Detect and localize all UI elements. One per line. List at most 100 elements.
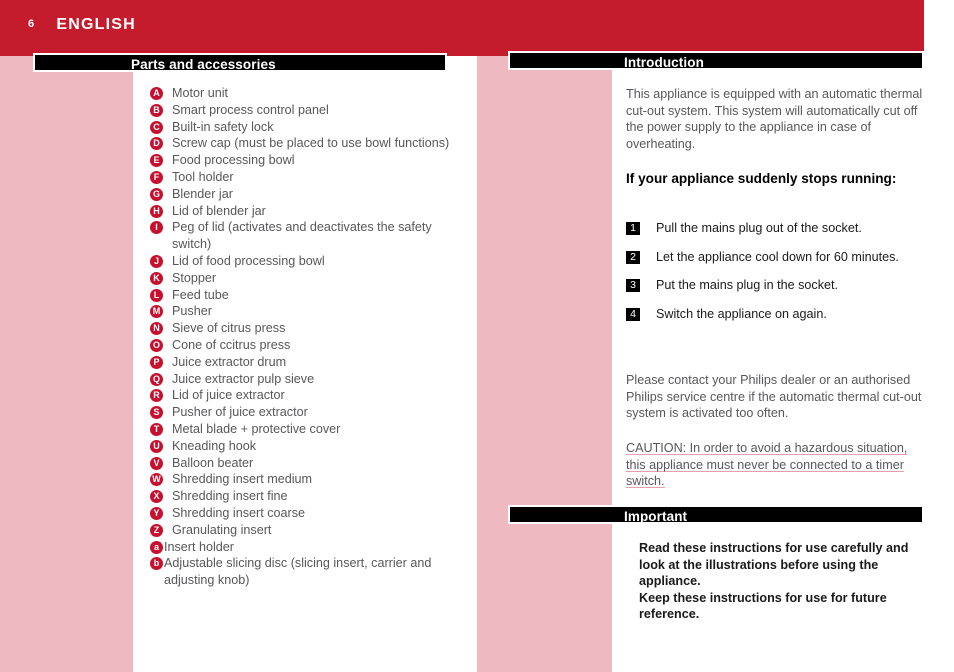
- part-item: Q Juice extractor pulp sieve: [150, 371, 460, 388]
- part-letter-badge: Q: [150, 372, 163, 386]
- caution-text: CAUTION: In order to avoid a hazardous s…: [626, 441, 908, 489]
- troubleshooting-steps-list: 1 Pull the mains plug out of the socket. 2…: [626, 220, 926, 334]
- part-label: Juice extractor drum: [172, 354, 287, 369]
- part-letter-badge: P: [150, 355, 163, 369]
- part-label: Screw cap (must be placed to use bowl fu…: [172, 136, 450, 151]
- part-letter-badge: B: [150, 103, 163, 117]
- part-item: K Stopper: [150, 270, 460, 287]
- language-title: ENGLISH: [56, 16, 136, 33]
- part-item: V Balloon beater: [150, 455, 460, 472]
- part-item: A Motor unit: [150, 85, 460, 102]
- section-header-parts-and-accessories: Parts and accessories: [33, 53, 447, 72]
- part-item: Z Granulating insert: [150, 522, 460, 539]
- part-letter-badge: Y: [150, 506, 163, 520]
- part-item: O Cone of ccitrus press: [150, 337, 460, 354]
- part-label: Food processing bowl: [172, 153, 295, 168]
- part-label: Smart process control panel: [172, 102, 329, 117]
- part-item: N Sieve of citrus press: [150, 320, 460, 337]
- part-item: B Smart process control panel: [150, 102, 460, 119]
- step-item: 4 Switch the appliance on again.: [626, 306, 926, 323]
- part-label: Kneading hook: [172, 438, 257, 453]
- step-text: Put the mains plug in the socket.: [656, 278, 839, 293]
- step-text: Let the appliance cool down for 60 minut…: [656, 249, 899, 264]
- part-item: F Tool holder: [150, 169, 460, 186]
- part-letter-badge: K: [150, 271, 163, 285]
- part-item: I Peg of lid (activates and deactivates t…: [150, 219, 460, 253]
- step-number-badge: 1: [626, 222, 640, 235]
- part-label: Lid of blender jar: [172, 203, 266, 218]
- margin-column-right: [477, 56, 612, 672]
- introduction-subheading: If your appliance suddenly stops running…: [626, 171, 897, 186]
- part-item: a Insert holder: [150, 539, 460, 556]
- part-letter-badge: D: [150, 137, 163, 151]
- section-header-parts-label: Parts and accessories: [131, 57, 276, 72]
- part-item: H Lid of blender jar: [150, 203, 460, 220]
- part-letter-badge: J: [150, 254, 163, 268]
- part-letter-badge: F: [150, 170, 163, 184]
- part-letter-badge: Z: [150, 523, 163, 537]
- part-item: Y Shredding insert coarse: [150, 505, 460, 522]
- part-letter-badge: V: [150, 456, 163, 470]
- part-label: Lid of food processing bowl: [172, 253, 325, 268]
- part-label: Pusher: [172, 304, 212, 319]
- part-label: Adjustable slicing disc (slicing insert,…: [164, 556, 432, 588]
- step-number-badge: 2: [626, 250, 640, 264]
- introduction-paragraph: This appliance is equipped with an autom…: [626, 87, 923, 151]
- part-letter-badge: G: [150, 187, 163, 201]
- step-text: Pull the mains plug out of the socket.: [656, 221, 862, 235]
- part-letter-badge: U: [150, 439, 163, 453]
- part-letter-badge: L: [150, 288, 163, 302]
- part-letter-badge: H: [150, 204, 163, 218]
- part-item: P Juice extractor drum: [150, 354, 460, 371]
- caution-paragraph: CAUTION: In order to avoid a hazardous s…: [626, 440, 928, 490]
- part-item: J Lid of food processing bowl: [150, 253, 460, 270]
- step-item: 1 Pull the mains plug out of the socket.: [626, 220, 926, 237]
- step-text: Switch the appliance on again.: [656, 306, 827, 321]
- part-letter-badge: T: [150, 422, 163, 436]
- parts-list: A Motor unit B Smart process control panel C…: [150, 85, 460, 589]
- part-label: Blender jar: [172, 186, 233, 201]
- part-item: C Built-in safety lock: [150, 119, 460, 136]
- part-label: Lid of juice extractor: [172, 388, 285, 403]
- important-body: Read these instructions for use carefull…: [639, 540, 929, 623]
- part-letter-badge: C: [150, 120, 163, 134]
- important-line: Read these instructions for use carefull…: [639, 541, 909, 589]
- part-label: Built-in safety lock: [172, 119, 274, 134]
- part-item: G Blender jar: [150, 186, 460, 203]
- part-letter-badge: M: [150, 305, 163, 319]
- part-label: Feed tube: [172, 287, 229, 302]
- part-label: Stopper: [172, 270, 217, 285]
- part-letter-badge: S: [150, 406, 163, 420]
- part-letter-badge: a: [150, 540, 163, 554]
- section-header-introduction: Introduction: [508, 51, 924, 70]
- part-item: M Pusher: [150, 303, 460, 320]
- part-label: Cone of ccitrus press: [172, 337, 291, 352]
- part-item: U Kneading hook: [150, 438, 460, 455]
- part-label: Motor unit: [172, 86, 228, 100]
- part-item: b Adjustable slicing disc (slicing insert…: [150, 555, 460, 589]
- part-label: Balloon beater: [172, 455, 254, 470]
- part-letter-badge: O: [150, 338, 163, 352]
- part-label: Metal blade + protective cover: [172, 421, 341, 436]
- part-item: E Food processing bowl: [150, 152, 460, 169]
- part-label: Insert holder: [164, 539, 235, 554]
- part-label: Sieve of citrus press: [172, 321, 286, 336]
- part-label: Tool holder: [172, 169, 234, 184]
- section-header-important-label: Important: [624, 509, 688, 524]
- section-header-introduction-label: Introduction: [624, 55, 704, 70]
- section-header-important: Important: [508, 505, 924, 524]
- part-letter-badge: E: [150, 154, 163, 168]
- masthead-band-right: [477, 0, 924, 56]
- margin-column-left: [0, 56, 133, 672]
- part-item: R Lid of juice extractor: [150, 387, 460, 404]
- contact-paragraph: Please contact your Philips dealer or an…: [626, 373, 922, 421]
- step-item: 2 Let the appliance cool down for 60 minu…: [626, 249, 926, 266]
- part-letter-badge: X: [150, 490, 163, 504]
- part-item: W Shredding insert medium: [150, 471, 460, 488]
- part-item: L Feed tube: [150, 287, 460, 304]
- part-letter-badge: b: [150, 557, 163, 571]
- part-item: T Metal blade + protective cover: [150, 421, 460, 438]
- part-label: Granulating insert: [172, 522, 272, 537]
- part-label: Pusher of juice extractor: [172, 405, 308, 420]
- part-label: Shredding insert fine: [172, 489, 288, 504]
